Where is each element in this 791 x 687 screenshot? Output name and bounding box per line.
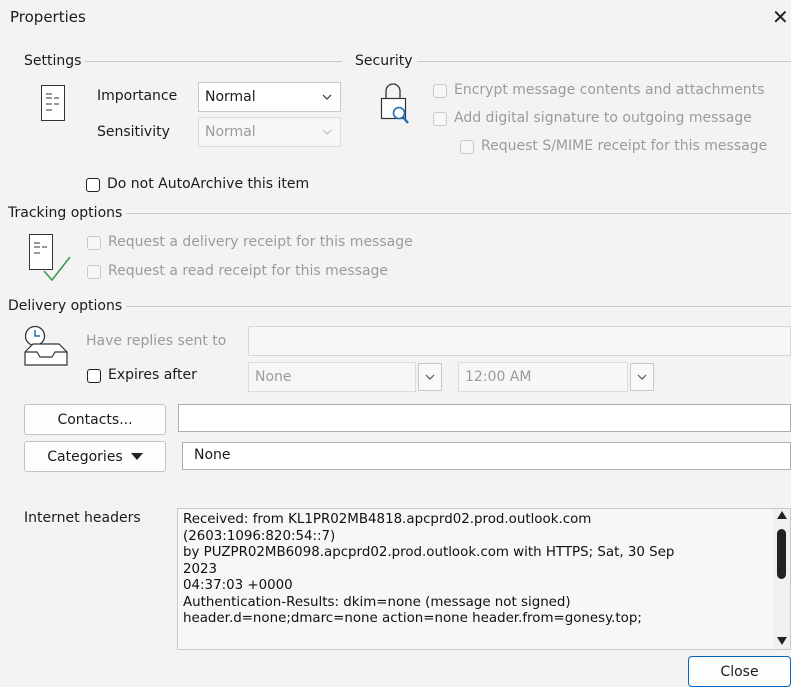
chevron-down-icon	[322, 94, 332, 100]
contacts-input[interactable]	[178, 404, 791, 432]
caret-down-icon	[130, 452, 143, 460]
expires-date-value: None	[255, 369, 292, 385]
delivery-receipt-checkbox[interactable]	[87, 236, 101, 250]
settings-list-icon	[41, 85, 65, 121]
group-divider	[85, 60, 342, 62]
close-icon[interactable]: ✕	[772, 2, 791, 32]
importance-label: Importance	[97, 88, 178, 104]
lock-search-icon	[380, 83, 409, 124]
tracking-group-label: Tracking options	[8, 205, 123, 221]
read-receipt-checkbox[interactable]	[87, 265, 101, 279]
delivery-group-header: Delivery options	[8, 298, 791, 314]
importance-value: Normal	[205, 89, 256, 105]
chevron-down-icon	[322, 129, 332, 135]
clock-inbox-icon	[24, 325, 68, 366]
security-group-label: Security	[355, 53, 413, 69]
scroll-up-icon[interactable]	[777, 511, 787, 519]
header-line: Received: from KL1PR02MB4818.apcprd02.pr…	[183, 512, 592, 527]
replies-label: Have replies sent to	[86, 333, 227, 349]
headers-scrollbar[interactable]	[773, 509, 790, 649]
tracking-checklist-icon	[29, 234, 71, 282]
expires-date-input[interactable]: None	[248, 362, 416, 392]
header-line: (2603:1096:820:54::7)	[183, 528, 336, 544]
read-receipt-label: Request a read receipt for this message	[108, 263, 389, 279]
signature-label: Add digital signature to outgoing messag…	[454, 110, 752, 126]
signature-checkbox[interactable]	[433, 112, 447, 126]
dialog-title: Properties	[10, 8, 86, 26]
header-line: 04:37:03 +0000	[183, 578, 293, 593]
close-button[interactable]: Close	[688, 656, 791, 687]
expires-time-input[interactable]: 12:00 AM	[458, 362, 628, 392]
chevron-down-icon	[637, 374, 647, 380]
settings-group-label: Settings	[24, 53, 82, 69]
sensitivity-select[interactable]: Normal	[198, 117, 341, 147]
categories-field[interactable]: None	[182, 442, 791, 470]
group-divider	[126, 212, 791, 214]
internet-headers-textarea[interactable]: Received: from KL1PR02MB4818.apcprd02.pr…	[177, 508, 791, 650]
expires-label: Expires after	[108, 367, 197, 383]
scrollbar-thumb[interactable]	[777, 529, 786, 579]
expires-time-value: 12:00 AM	[465, 369, 532, 385]
internet-headers-label: Internet headers	[24, 510, 141, 526]
categories-button-label: Categories	[47, 448, 123, 465]
sensitivity-value: Normal	[205, 124, 256, 140]
delivery-receipt-label: Request a delivery receipt for this mess…	[108, 234, 413, 250]
header-line: by PUZPR02MB6098.apcprd02.prod.outlook.c…	[183, 545, 675, 560]
tracking-group-header: Tracking options	[8, 205, 791, 221]
contacts-button[interactable]: Contacts...	[24, 404, 166, 435]
sensitivity-label: Sensitivity	[97, 124, 170, 140]
smime-label: Request S/MIME receipt for this message	[481, 138, 768, 154]
delivery-group-label: Delivery options	[8, 298, 123, 314]
importance-select[interactable]: Normal	[198, 82, 341, 112]
header-line: Authentication-Results: dkim=none (messa…	[183, 594, 571, 610]
scroll-down-icon[interactable]	[777, 637, 787, 645]
smime-checkbox[interactable]	[460, 140, 474, 154]
expires-checkbox[interactable]	[87, 369, 101, 383]
group-divider	[126, 305, 791, 307]
categories-button[interactable]: Categories	[24, 441, 166, 472]
encrypt-label: Encrypt message contents and attachments	[454, 82, 765, 98]
header-line: 2023	[183, 561, 218, 577]
security-group-header: Security	[355, 53, 791, 69]
replies-input[interactable]	[248, 326, 791, 356]
group-divider	[416, 60, 791, 62]
autoarchive-label: Do not AutoArchive this item	[107, 176, 310, 192]
expires-time-dropdown[interactable]	[630, 363, 654, 391]
settings-group-header: Settings	[24, 53, 342, 69]
autoarchive-checkbox[interactable]	[86, 178, 100, 192]
encrypt-checkbox[interactable]	[433, 84, 447, 98]
expires-date-dropdown[interactable]	[418, 363, 442, 391]
chevron-down-icon	[425, 374, 435, 380]
header-line: header.d=none;dmarc=none action=none hea…	[183, 611, 642, 626]
